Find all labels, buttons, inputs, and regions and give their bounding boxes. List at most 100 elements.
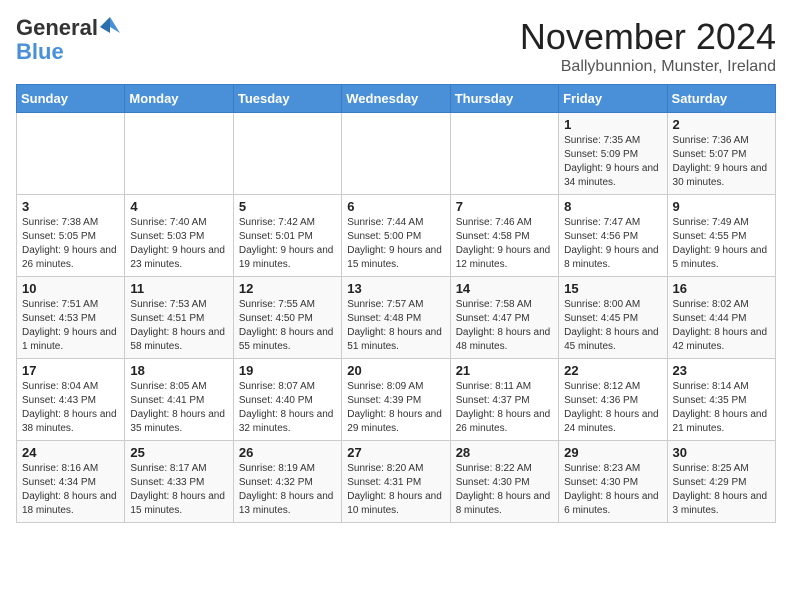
day-cell	[125, 113, 233, 195]
day-number: 30	[673, 445, 770, 460]
day-number: 3	[22, 199, 119, 214]
day-number: 6	[347, 199, 444, 214]
day-info: Sunrise: 8:17 AM Sunset: 4:33 PM Dayligh…	[130, 463, 225, 516]
day-cell: 17 Sunrise: 8:04 AM Sunset: 4:43 PM Dayli…	[17, 359, 125, 441]
week-row-3: 10 Sunrise: 7:51 AM Sunset: 4:53 PM Dayli…	[17, 277, 776, 359]
day-info: Sunrise: 8:11 AM Sunset: 4:37 PM Dayligh…	[456, 381, 551, 434]
col-header-thursday: Thursday	[450, 85, 558, 113]
logo-bird-icon	[100, 17, 120, 39]
day-cell: 19 Sunrise: 8:07 AM Sunset: 4:40 PM Dayli…	[233, 359, 341, 441]
day-cell: 25 Sunrise: 8:17 AM Sunset: 4:33 PM Dayli…	[125, 441, 233, 523]
day-info: Sunrise: 7:55 AM Sunset: 4:50 PM Dayligh…	[239, 299, 334, 352]
col-header-sunday: Sunday	[17, 85, 125, 113]
col-header-tuesday: Tuesday	[233, 85, 341, 113]
day-number: 24	[22, 445, 119, 460]
day-cell: 1 Sunrise: 7:35 AM Sunset: 5:09 PM Daylig…	[559, 113, 667, 195]
day-cell: 12 Sunrise: 7:55 AM Sunset: 4:50 PM Dayli…	[233, 277, 341, 359]
day-number: 29	[564, 445, 661, 460]
day-number: 15	[564, 281, 661, 296]
day-info: Sunrise: 8:16 AM Sunset: 4:34 PM Dayligh…	[22, 463, 117, 516]
day-cell: 28 Sunrise: 8:22 AM Sunset: 4:30 PM Dayli…	[450, 441, 558, 523]
day-number: 27	[347, 445, 444, 460]
day-info: Sunrise: 7:38 AM Sunset: 5:05 PM Dayligh…	[22, 217, 117, 270]
day-number: 17	[22, 363, 119, 378]
day-number: 1	[564, 117, 661, 132]
day-info: Sunrise: 8:04 AM Sunset: 4:43 PM Dayligh…	[22, 381, 117, 434]
day-info: Sunrise: 8:19 AM Sunset: 4:32 PM Dayligh…	[239, 463, 334, 516]
logo: General Blue	[16, 16, 120, 64]
day-cell: 21Sunrise: 8:11 AM Sunset: 4:37 PM Dayli…	[450, 359, 558, 441]
day-info: Sunrise: 8:02 AM Sunset: 4:44 PM Dayligh…	[673, 299, 768, 352]
day-info: Sunrise: 8:22 AM Sunset: 4:30 PM Dayligh…	[456, 463, 551, 516]
page-header: General Blue November 2024 Ballybunnion,…	[16, 16, 776, 76]
day-cell	[17, 113, 125, 195]
day-number: 9	[673, 199, 770, 214]
day-info: Sunrise: 7:44 AM Sunset: 5:00 PM Dayligh…	[347, 217, 442, 270]
day-number: 11	[130, 281, 227, 296]
calendar-table: SundayMondayTuesdayWednesdayThursdayFrid…	[16, 84, 776, 523]
day-cell: 11 Sunrise: 7:53 AM Sunset: 4:51 PM Dayli…	[125, 277, 233, 359]
day-info: Sunrise: 8:12 AM Sunset: 4:36 PM Dayligh…	[564, 381, 659, 434]
day-cell: 16 Sunrise: 8:02 AM Sunset: 4:44 PM Dayli…	[667, 277, 775, 359]
day-cell: 6 Sunrise: 7:44 AM Sunset: 5:00 PM Daylig…	[342, 195, 450, 277]
week-row-5: 24 Sunrise: 8:16 AM Sunset: 4:34 PM Dayli…	[17, 441, 776, 523]
day-number: 18	[130, 363, 227, 378]
day-info: Sunrise: 8:20 AM Sunset: 4:31 PM Dayligh…	[347, 463, 442, 516]
day-cell: 10 Sunrise: 7:51 AM Sunset: 4:53 PM Dayli…	[17, 277, 125, 359]
day-info: Sunrise: 8:05 AM Sunset: 4:41 PM Dayligh…	[130, 381, 225, 434]
day-number: 19	[239, 363, 336, 378]
location: Ballybunnion, Munster, Ireland	[520, 58, 776, 76]
week-row-1: 1 Sunrise: 7:35 AM Sunset: 5:09 PM Daylig…	[17, 113, 776, 195]
day-number: 25	[130, 445, 227, 460]
title-block: November 2024 Ballybunnion, Munster, Ire…	[520, 16, 776, 76]
day-number: 7	[456, 199, 553, 214]
col-header-friday: Friday	[559, 85, 667, 113]
month-title: November 2024	[520, 16, 776, 58]
day-cell: 24 Sunrise: 8:16 AM Sunset: 4:34 PM Dayli…	[17, 441, 125, 523]
day-info: Sunrise: 8:00 AM Sunset: 4:45 PM Dayligh…	[564, 299, 659, 352]
logo-blue: Blue	[16, 40, 120, 64]
header-row: SundayMondayTuesdayWednesdayThursdayFrid…	[17, 85, 776, 113]
day-number: 12	[239, 281, 336, 296]
day-info: Sunrise: 7:51 AM Sunset: 4:53 PM Dayligh…	[22, 299, 117, 352]
day-cell: 23 Sunrise: 8:14 AM Sunset: 4:35 PM Dayli…	[667, 359, 775, 441]
day-number: 5	[239, 199, 336, 214]
day-cell: 2Sunrise: 7:36 AM Sunset: 5:07 PM Daylig…	[667, 113, 775, 195]
day-cell	[450, 113, 558, 195]
day-number: 16	[673, 281, 770, 296]
day-cell: 9 Sunrise: 7:49 AM Sunset: 4:55 PM Daylig…	[667, 195, 775, 277]
day-info: Sunrise: 8:23 AM Sunset: 4:30 PM Dayligh…	[564, 463, 659, 516]
day-info: Sunrise: 7:46 AM Sunset: 4:58 PM Dayligh…	[456, 217, 551, 270]
day-info: Sunrise: 8:14 AM Sunset: 4:35 PM Dayligh…	[673, 381, 768, 434]
day-info: Sunrise: 8:07 AM Sunset: 4:40 PM Dayligh…	[239, 381, 334, 434]
day-info: Sunrise: 8:25 AM Sunset: 4:29 PM Dayligh…	[673, 463, 768, 516]
day-cell: 22 Sunrise: 8:12 AM Sunset: 4:36 PM Dayli…	[559, 359, 667, 441]
day-number: 20	[347, 363, 444, 378]
day-cell: 13 Sunrise: 7:57 AM Sunset: 4:48 PM Dayli…	[342, 277, 450, 359]
day-cell: 15 Sunrise: 8:00 AM Sunset: 4:45 PM Dayli…	[559, 277, 667, 359]
day-number: 22	[564, 363, 661, 378]
day-cell: 18 Sunrise: 8:05 AM Sunset: 4:41 PM Dayli…	[125, 359, 233, 441]
day-cell: 5Sunrise: 7:42 AM Sunset: 5:01 PM Daylig…	[233, 195, 341, 277]
day-cell: 7 Sunrise: 7:46 AM Sunset: 4:58 PM Daylig…	[450, 195, 558, 277]
col-header-monday: Monday	[125, 85, 233, 113]
day-number: 8	[564, 199, 661, 214]
day-number: 23	[673, 363, 770, 378]
day-info: Sunrise: 7:58 AM Sunset: 4:47 PM Dayligh…	[456, 299, 551, 352]
col-header-saturday: Saturday	[667, 85, 775, 113]
day-info: Sunrise: 7:53 AM Sunset: 4:51 PM Dayligh…	[130, 299, 225, 352]
day-info: Sunrise: 7:47 AM Sunset: 4:56 PM Dayligh…	[564, 217, 659, 270]
day-number: 13	[347, 281, 444, 296]
day-number: 28	[456, 445, 553, 460]
day-info: Sunrise: 8:09 AM Sunset: 4:39 PM Dayligh…	[347, 381, 442, 434]
day-cell: 26Sunrise: 8:19 AM Sunset: 4:32 PM Dayli…	[233, 441, 341, 523]
day-number: 10	[22, 281, 119, 296]
day-info: Sunrise: 7:35 AM Sunset: 5:09 PM Dayligh…	[564, 135, 659, 188]
day-info: Sunrise: 7:49 AM Sunset: 4:55 PM Dayligh…	[673, 217, 768, 270]
day-cell: 30 Sunrise: 8:25 AM Sunset: 4:29 PM Dayli…	[667, 441, 775, 523]
day-info: Sunrise: 7:57 AM Sunset: 4:48 PM Dayligh…	[347, 299, 442, 352]
day-cell: 14Sunrise: 7:58 AM Sunset: 4:47 PM Dayli…	[450, 277, 558, 359]
day-cell	[342, 113, 450, 195]
day-cell	[233, 113, 341, 195]
day-cell: 4Sunrise: 7:40 AM Sunset: 5:03 PM Daylig…	[125, 195, 233, 277]
